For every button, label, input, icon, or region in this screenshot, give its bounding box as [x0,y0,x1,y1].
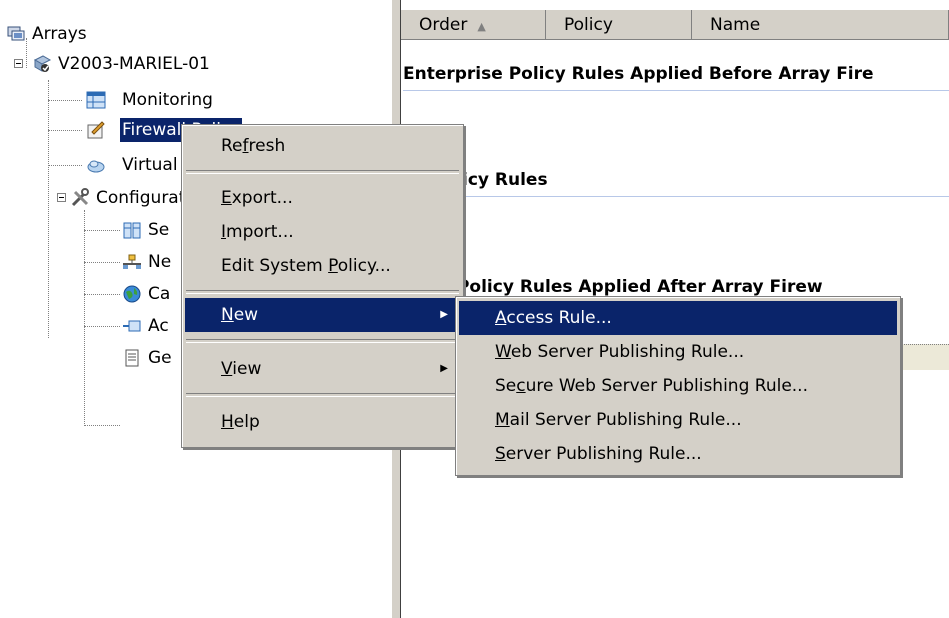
tree-line [84,262,120,264]
tree-item-label: Monitoring [122,90,213,110]
menu-item-secure-web-server-publishing-rule[interactable]: Secure Web Server Publishing Rule... [459,369,897,403]
column-header-policy[interactable]: Policy [546,10,692,40]
cloud-icon [87,160,105,173]
column-header-label: Name [710,15,761,35]
column-header-order[interactable]: Order ▲ [401,10,546,40]
tree-item-label: Ca [148,284,171,304]
document-icon [125,349,139,367]
divider [403,90,949,91]
section-after-array[interactable]: prise Policy Rules Applied After Array F… [403,277,823,297]
menu-separator [186,170,459,174]
divider [403,196,949,197]
tree-item-label: Virtual [122,155,178,175]
column-header-name[interactable]: Name [692,10,949,40]
menu-separator [186,339,459,343]
collapse-toggle[interactable] [14,59,23,68]
submenu-arrow-icon: ▶ [440,363,448,374]
tree-line [48,80,50,338]
menu-item-mail-server-publishing-rule[interactable]: Mail Server Publishing Rule... [459,403,897,437]
section-before-array[interactable]: Enterprise Policy Rules Applied Before A… [403,64,874,84]
tree-line [26,38,28,68]
tree-line [48,130,82,132]
collapse-toggle[interactable] [57,193,66,202]
firewall-policy-icon [87,121,105,139]
tools-icon [71,188,89,207]
tree-line [84,294,120,296]
menu-item-new[interactable]: New ▶ [185,298,460,332]
tree-item-label: Arrays [32,24,87,44]
tree-line [84,326,120,328]
menu-item-access-rule[interactable]: Access Rule... [459,301,897,335]
submenu-arrow-icon: ▶ [440,309,448,320]
add-ins-icon [123,320,141,332]
menu-item-view[interactable]: View ▶ [185,352,460,386]
servers-icon [123,222,141,239]
menu-item-export[interactable]: Export... [185,181,460,215]
menu-item-edit-system-policy[interactable]: Edit System Policy... [185,249,460,283]
tree-line [84,425,120,427]
menu-item-server-publishing-rule[interactable]: Server Publishing Rule... [459,437,897,471]
column-header-label: Order [419,15,468,35]
column-header-label: Policy [564,15,613,35]
tree-item-label: Ge [148,348,172,368]
globe-icon [123,285,141,303]
tree-item-label: Ne [148,252,172,272]
tree-line [84,210,86,426]
network-icon [123,254,141,269]
sort-ascending-icon: ▲ [477,20,486,33]
context-menu: Refresh Export... Import... Edit System … [181,124,464,448]
menu-item-help[interactable]: Help [185,405,460,439]
tree-line [48,100,82,102]
new-submenu: Access Rule... Web Server Publishing Rul… [455,296,901,476]
tree-item-label: V2003-MARIEL-01 [58,54,210,74]
monitoring-icon [86,91,106,109]
tree-line [48,165,82,167]
tree-item-label: Se [148,220,170,240]
menu-item-web-server-publishing-rule[interactable]: Web Server Publishing Rule... [459,335,897,369]
menu-separator [186,290,459,294]
tree-item-label: Ac [148,316,169,336]
server-icon [33,55,52,72]
arrays-icon [7,26,25,41]
menu-separator [186,393,459,397]
tree-line [84,230,120,232]
menu-item-import[interactable]: Import... [185,215,460,249]
menu-item-refresh[interactable]: Refresh [185,129,460,163]
